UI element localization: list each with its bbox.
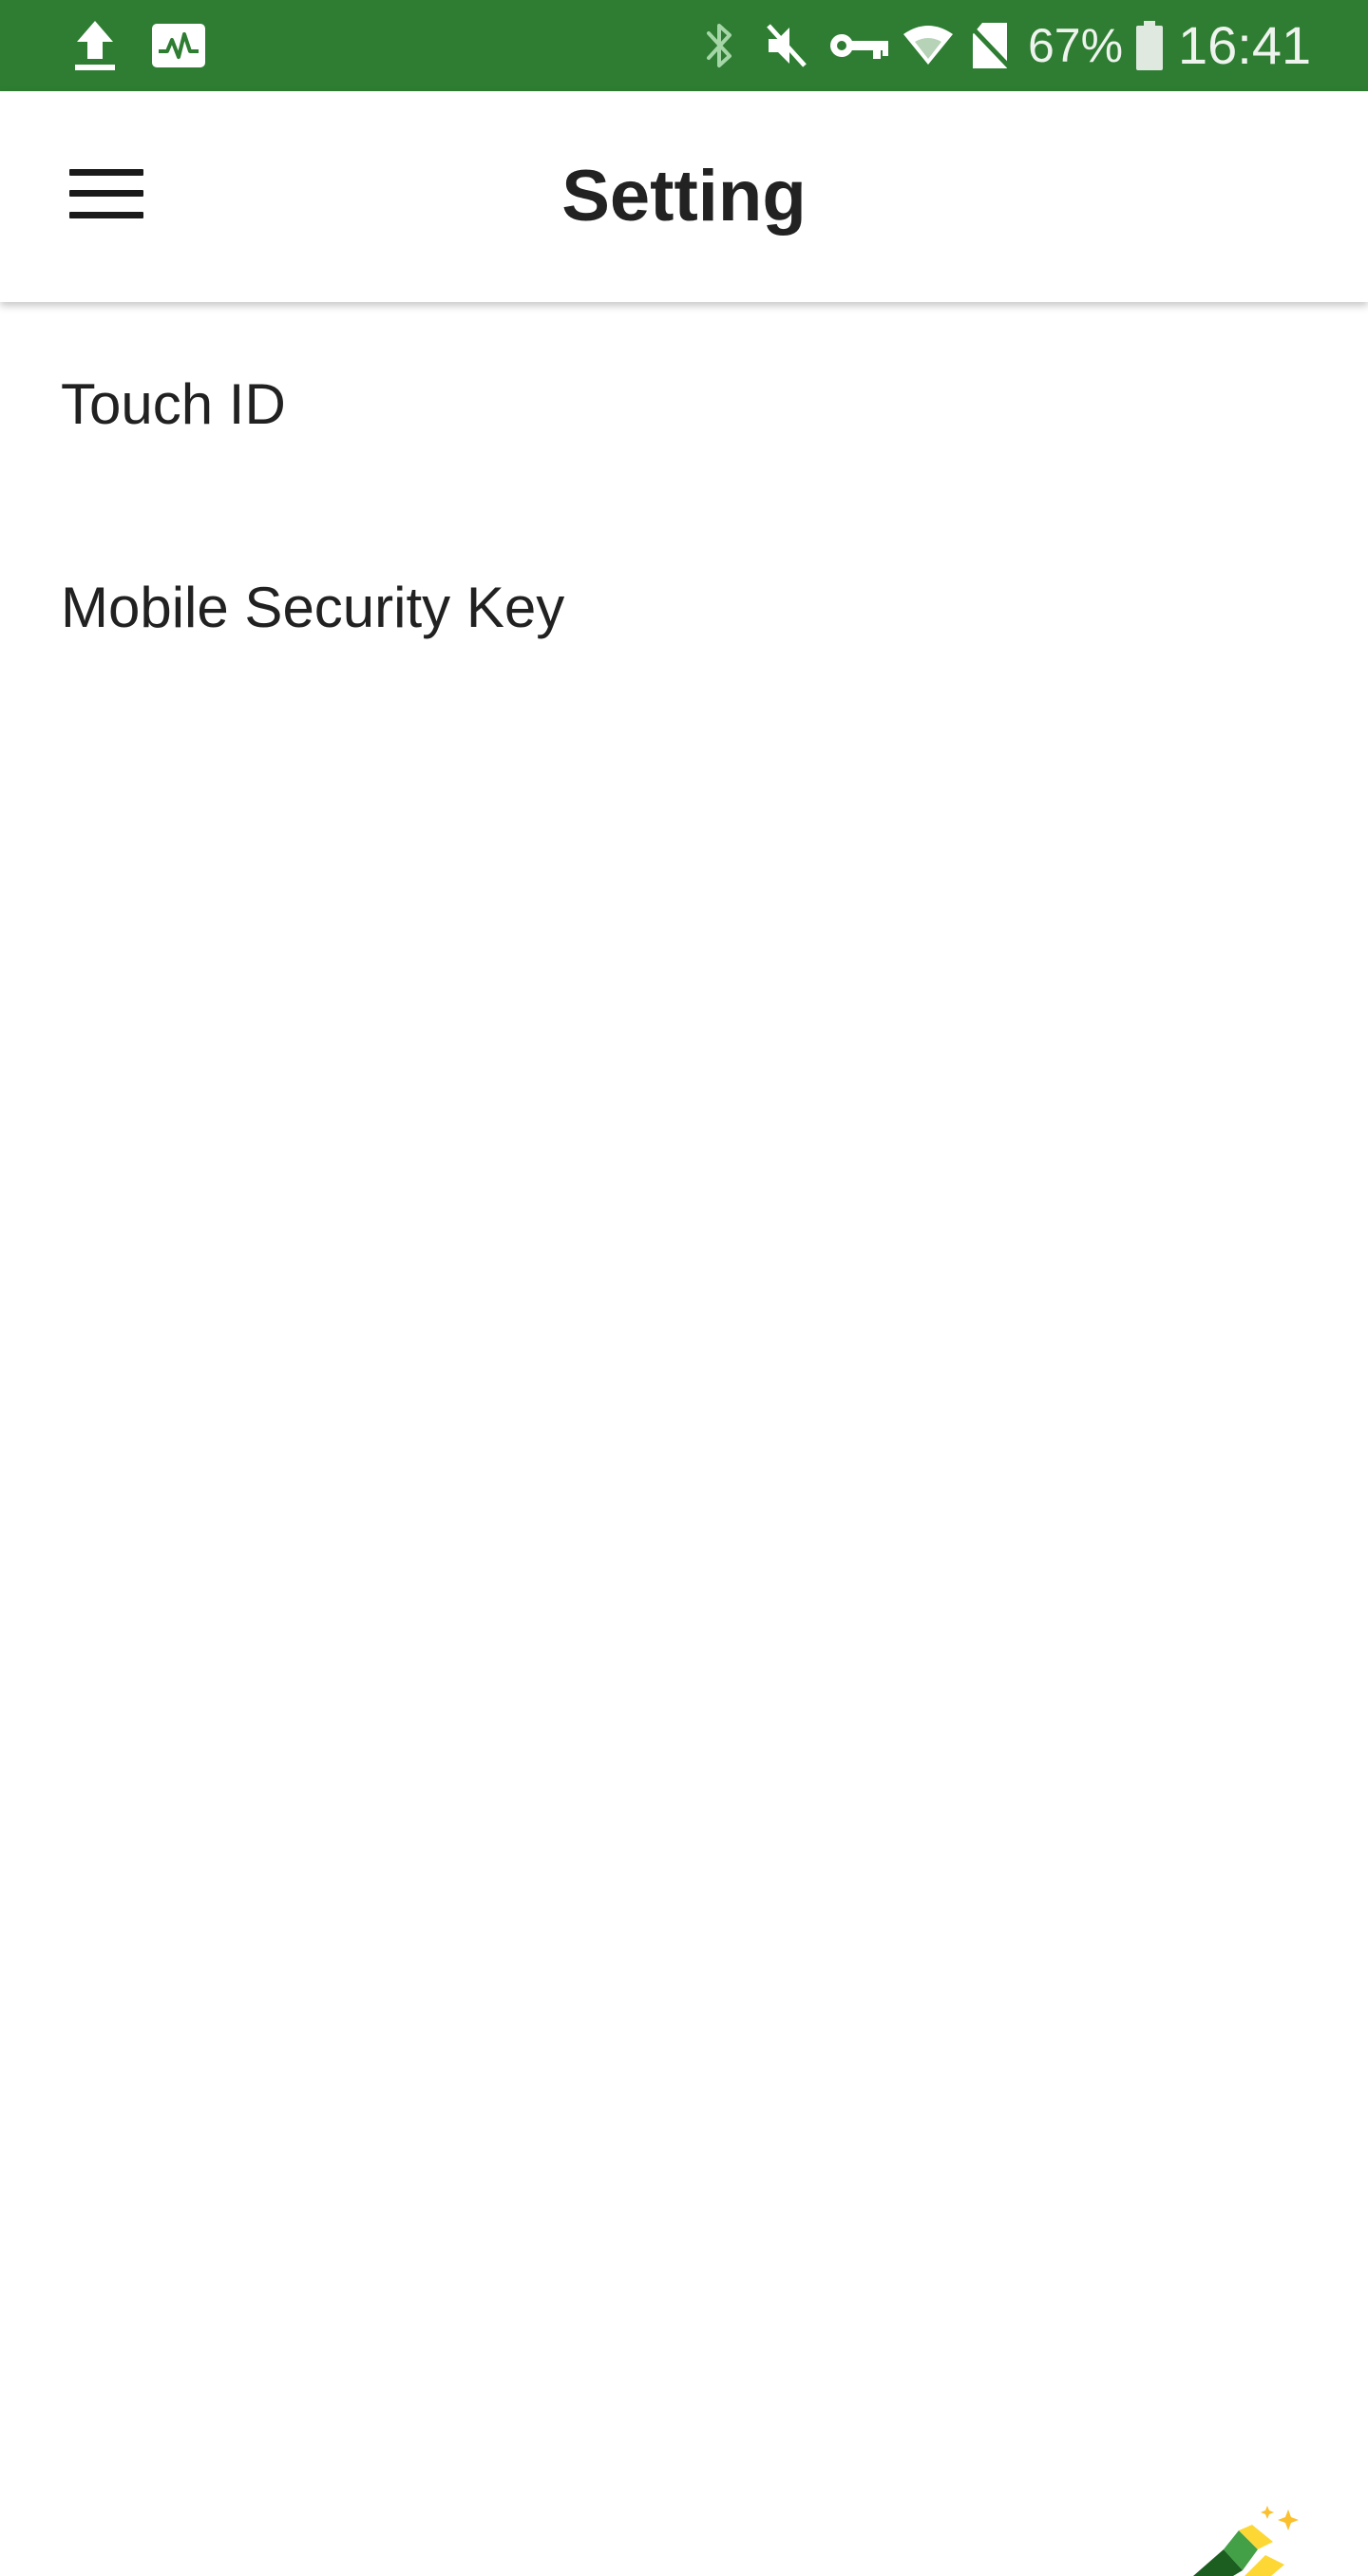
vibrate-mute-icon [760,0,813,91]
no-sim-icon [963,0,1016,91]
settings-item-label: Touch ID [61,371,286,436]
page-title: Setting [561,156,807,237]
battery-icon [1130,0,1168,91]
settings-screen: 67% 16:41 Setting Touch ID Mobile Securi… [0,0,1368,2576]
bluetooth-icon [699,0,741,91]
clock: 16:41 [1178,15,1312,75]
app-bar: Setting [0,91,1368,302]
settings-item-label: Mobile Security Key [61,575,565,639]
upload-icon [66,0,124,91]
vpn-key-icon [825,0,893,91]
settings-list: Touch ID Mobile Security Key [0,302,1368,709]
activity-monitor-icon [150,0,207,91]
status-bar: 67% 16:41 [0,0,1368,91]
sparkle-tool-icon[interactable] [1186,2502,1309,2576]
wifi-icon [899,0,958,91]
settings-item-mobile-security-key[interactable]: Mobile Security Key [0,505,1368,709]
battery-percentage: 67% [1028,19,1124,72]
settings-item-touch-id[interactable]: Touch ID [0,302,1368,505]
